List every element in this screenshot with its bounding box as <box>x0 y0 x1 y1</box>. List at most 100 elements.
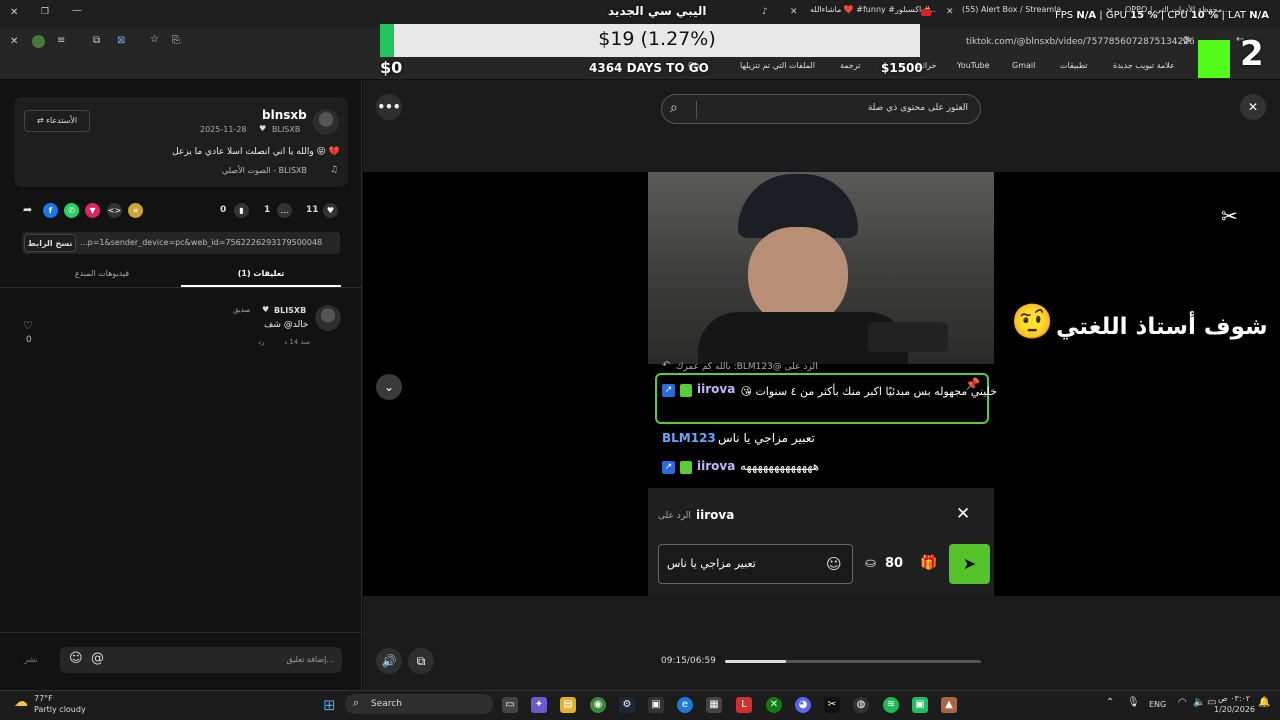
obs-icon[interactable]: ◍ <box>853 697 869 713</box>
sound-link[interactable]: الصوت الأصلي - BLISXB <box>222 166 307 175</box>
tab-close-icon[interactable]: ✕ <box>946 7 954 17</box>
seek-bar[interactable] <box>725 660 981 663</box>
swap-icon: ⇄ <box>36 116 47 125</box>
spotify-icon[interactable]: ≋ <box>883 697 899 713</box>
share-icon[interactable]: ⎘ <box>172 35 180 46</box>
app-icon[interactable]: ▣ <box>912 697 928 713</box>
address-url[interactable]: tiktok.com/@blnsxb/video/757785607287513… <box>966 37 1195 47</box>
mention-icon[interactable]: @ <box>91 651 104 666</box>
restore-icon[interactable]: ❐ <box>41 7 49 17</box>
kick-number: 2 <box>1240 34 1264 74</box>
search-icon: ⌕ <box>670 100 678 116</box>
app2-icon[interactable]: ▲ <box>941 697 957 713</box>
notifications-icon[interactable]: 🔔 <box>1258 697 1270 708</box>
bookmark-icon[interactable]: ▮ <box>234 203 249 218</box>
bookmark-downloads[interactable]: الملفات التي تم تنزيلها <box>740 61 815 70</box>
telegram-icon[interactable]: ▼ <box>85 203 100 218</box>
task-view-icon[interactable]: ▭ <box>502 697 518 713</box>
close-icon[interactable]: ✕ <box>10 36 18 47</box>
emoji-icon[interactable]: ☺ <box>826 555 842 573</box>
tab-1[interactable]: ماشاءالله ❤️ #funny #اكسبلور #... <box>810 5 935 23</box>
close-player-icon[interactable]: ✕ <box>1240 94 1266 120</box>
emoji-icon[interactable]: ☺ <box>69 651 83 666</box>
like-icon[interactable]: ♥ <box>323 203 338 218</box>
tray-chevron-icon[interactable]: ⌃ <box>1106 697 1114 708</box>
close-window-icon[interactable]: ✕ <box>10 7 18 18</box>
minimize-icon[interactable]: — <box>72 5 82 16</box>
embed-icon[interactable]: <> <box>107 203 122 218</box>
translate-icon[interactable]: ⊠ <box>117 35 125 46</box>
gift-badge-icon <box>680 384 692 397</box>
tab-close-icon[interactable]: ✕ <box>790 7 798 17</box>
search-box[interactable]: ⌕ العثور على محتوى ذي صلة <box>661 94 981 124</box>
gift-badge-icon <box>680 461 692 474</box>
send-button[interactable]: ➤ <box>949 544 990 584</box>
invite-button[interactable]: ⇄ الأستدعاء <box>24 110 90 132</box>
close-reply-icon[interactable]: ✕ <box>956 504 970 524</box>
profile-icon[interactable] <box>32 35 45 48</box>
wifi-icon[interactable]: ◠ <box>1178 697 1187 708</box>
goal-bar: $19 (1.27%) <box>380 24 920 57</box>
chrome-icon[interactable]: ◉ <box>590 697 606 713</box>
edge-icon[interactable]: e <box>677 697 693 713</box>
scroll-down-icon[interactable]: ⌄ <box>376 374 402 400</box>
weather-desc: Partly cloudy <box>34 705 86 714</box>
volume-tray-icon[interactable]: 🔈 <box>1193 697 1205 708</box>
comment-time: منذ 14 د <box>284 338 311 346</box>
store-icon[interactable]: ▦ <box>706 697 722 713</box>
bookmark-youtube[interactable]: YouTube <box>957 61 990 70</box>
comment-icon[interactable]: … <box>277 203 292 218</box>
bookmark-gmail[interactable]: Gmail <box>1012 61 1035 70</box>
bookmark-translate[interactable]: ترجمة <box>840 61 861 70</box>
tab-comments[interactable]: (1) تعليقات <box>181 269 341 278</box>
stat-lat-value: N/A <box>1249 10 1269 21</box>
taskbar-search[interactable]: ⌕ Search <box>345 694 493 714</box>
username[interactable]: blnsxb <box>262 108 307 122</box>
post-button[interactable]: نشر <box>24 655 38 664</box>
reply-link[interactable]: رد <box>258 338 265 346</box>
lenovo-icon[interactable]: L <box>736 697 752 713</box>
file-explorer-icon[interactable]: ▤ <box>560 697 576 713</box>
weather-temp[interactable]: 77°F <box>34 694 53 703</box>
miniplayer-icon[interactable]: ⧉ <box>408 648 434 674</box>
star-icon[interactable]: ☆ <box>150 34 159 45</box>
coin-icon[interactable]: ¤ <box>128 203 143 218</box>
video-link: ...p=1&sender_device=pc&web_id=756222629… <box>80 238 323 247</box>
bookmark-new-tab[interactable]: علامة تبويب جديدة <box>1113 61 1175 70</box>
comment-author[interactable]: BLISXB <box>274 306 306 315</box>
terminal-icon[interactable]: ▣ <box>648 697 664 713</box>
language-indicator[interactable]: ENG <box>1149 700 1166 709</box>
share-arrow-icon[interactable]: ➦ <box>23 203 32 216</box>
gift-icon[interactable]: 🎁 <box>920 555 937 571</box>
tab-label: ماشاءالله ❤️ #funny #اكسبلور #... <box>810 5 935 14</box>
reply-label: الرد على <box>658 511 691 521</box>
tab-2[interactable]: (55) Alert Box / Streamlabs <box>962 5 1062 23</box>
more-options-icon[interactable]: ••• <box>376 94 402 120</box>
mic-icon[interactable]: 🎙 <box>1127 697 1140 708</box>
chat-input[interactable]: تعبير مزاجي يا ناس ☺ <box>658 544 853 584</box>
xbox-icon[interactable]: ✕ <box>766 697 782 713</box>
discord-icon[interactable]: ◕ <box>795 697 811 713</box>
comment-like-icon[interactable]: ♡ <box>23 319 33 332</box>
tab-divider <box>0 287 362 288</box>
facebook-icon[interactable]: f <box>43 203 58 218</box>
avatar[interactable] <box>313 109 339 135</box>
extensions-icon[interactable]: ⧉ <box>93 35 100 46</box>
tab-creator-videos[interactable]: فيديوهات المبدع <box>22 269 182 278</box>
tune-icon[interactable]: ⚙ <box>1182 35 1191 46</box>
comment-avatar[interactable] <box>315 305 341 331</box>
coin-count: 80 <box>885 556 904 571</box>
capcut-app-icon[interactable]: ✂ <box>824 697 840 713</box>
volume-icon[interactable]: 🔊 <box>376 648 402 674</box>
bookmark-apps[interactable]: تطبيقات <box>1060 61 1088 70</box>
start-icon[interactable]: ⊞ <box>323 696 336 714</box>
tab-search-icon[interactable]: ≡ <box>57 35 65 46</box>
clock-time[interactable]: ٠٣:٠٢ ص <box>1218 694 1250 703</box>
chat-user-2: iirova <box>697 459 736 473</box>
copy-link-button[interactable]: نسخ الرابط <box>24 234 76 252</box>
copilot-icon[interactable]: ✦ <box>531 697 547 713</box>
reply-to-header: بالله كم عمرك :BLM123@ الرد على <box>676 362 818 372</box>
steam-icon[interactable]: ⚙ <box>619 697 635 713</box>
whatsapp-icon[interactable]: ✆ <box>64 203 79 218</box>
youtube-icon <box>921 9 931 16</box>
